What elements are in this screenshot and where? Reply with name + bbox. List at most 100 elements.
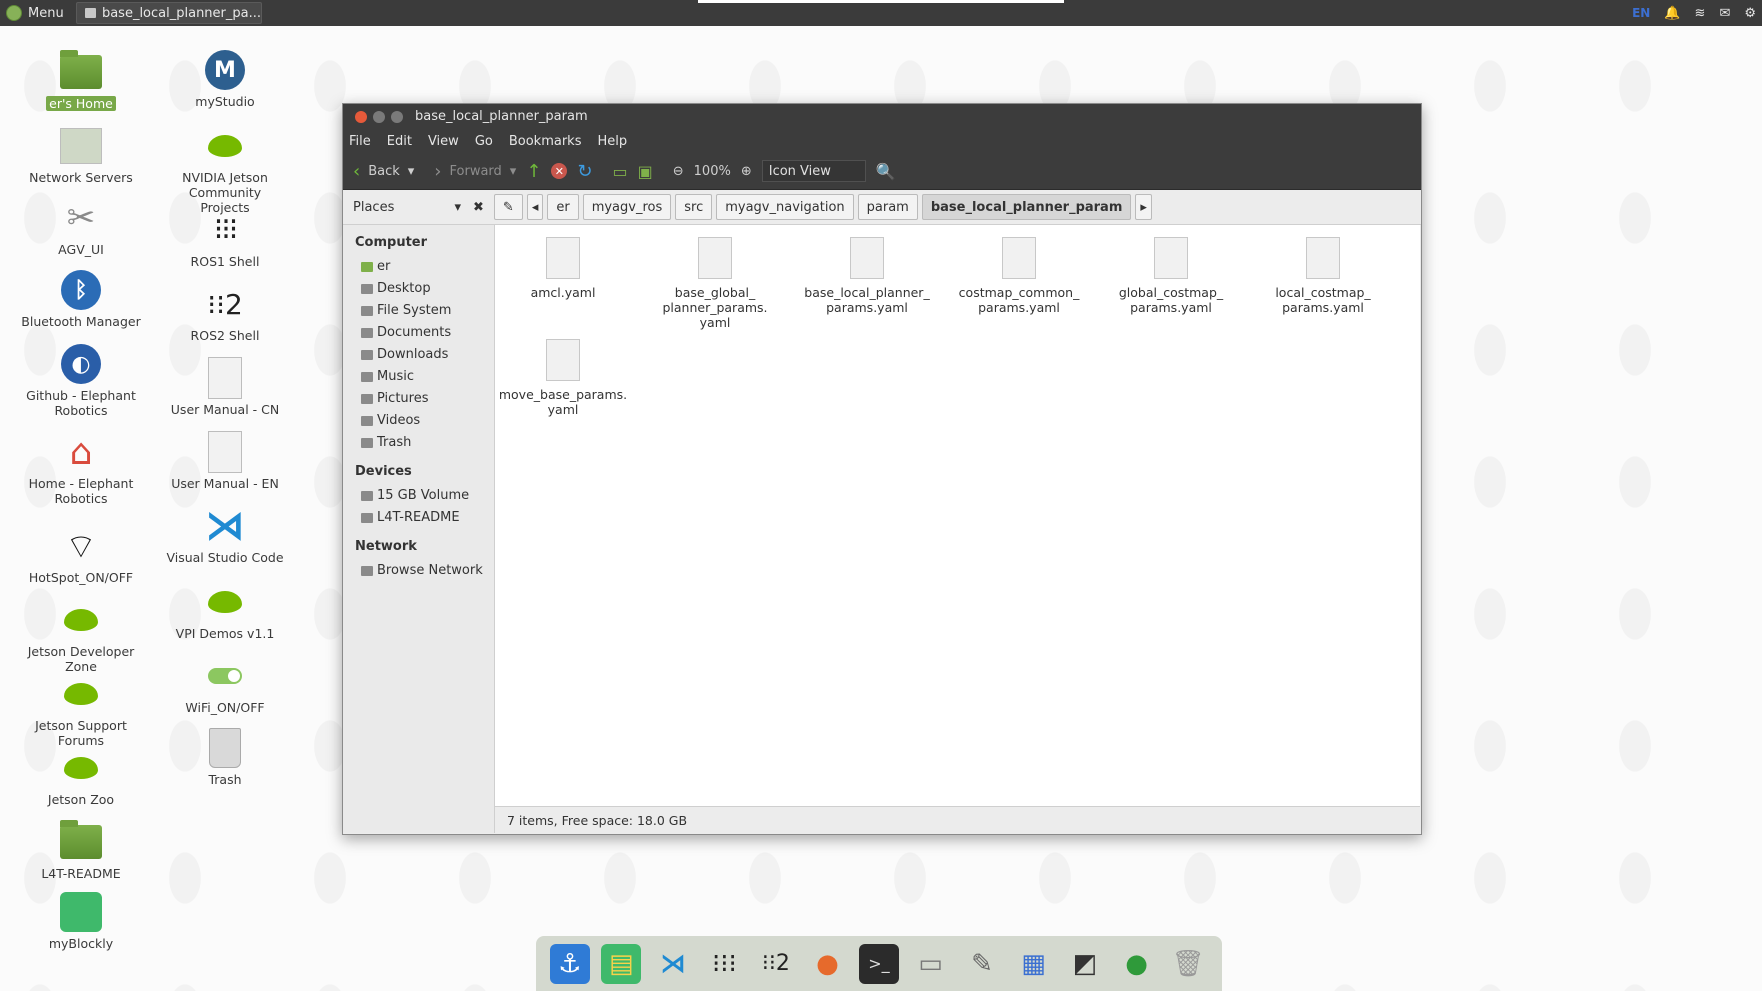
desktop-icon-jetson-support-forums[interactable]: Jetson Support Forums: [21, 672, 141, 748]
breadcrumb-item[interactable]: src: [675, 194, 713, 220]
sidebar-item-downloads[interactable]: Downloads: [343, 344, 494, 366]
wifi-icon[interactable]: ≋: [1695, 6, 1706, 21]
sidebar-item-desktop[interactable]: Desktop: [343, 278, 494, 300]
files-icon[interactable]: ▭: [910, 944, 950, 984]
sidebar-item-file-system[interactable]: File System: [343, 300, 494, 322]
breadcrumb-scroll-right[interactable]: ▸: [1135, 194, 1152, 220]
breadcrumb-item[interactable]: er: [547, 194, 579, 220]
folder-view-icon[interactable]: ▭: [613, 162, 628, 181]
desktop-icon-hotspot[interactable]: ⌔ HotSpot_ON/OFF: [21, 524, 141, 586]
switcher-icon[interactable]: ▦: [1014, 944, 1054, 984]
desktop-icon-jetson-developer-zone[interactable]: Jetson Developer Zone: [21, 598, 141, 674]
desktop-icon-user-manual-en[interactable]: User Manual - EN: [165, 430, 285, 491]
firefox-icon[interactable]: ●: [807, 944, 847, 984]
desktop-icon-bluetooth-manager[interactable]: ᛒ Bluetooth Manager: [21, 268, 141, 329]
desktop-icon-network-servers[interactable]: Network Servers: [21, 124, 141, 185]
file-item[interactable]: costmap_common_ params.yaml: [951, 231, 1087, 315]
file-item[interactable]: move_base_params. yaml: [495, 333, 631, 417]
ros-icon[interactable]: ⁝⁝⁝: [704, 944, 744, 984]
forward-button[interactable]: › Forward ▾: [434, 161, 516, 182]
ros2-icon[interactable]: ⁝⁝2: [756, 944, 796, 984]
desktop-icon-l4t-readme[interactable]: L4T-README: [21, 820, 141, 881]
screen-icon[interactable]: ◩: [1065, 944, 1105, 984]
file-name: move_base_params. yaml: [498, 387, 628, 417]
desktop-icon-github[interactable]: ◐ Github - Elephant Robotics: [21, 342, 141, 418]
window-titlebar[interactable]: base_local_planner_param: [343, 104, 1421, 129]
green-circle-icon[interactable]: ●: [1117, 944, 1157, 984]
sidebar-item-music[interactable]: Music: [343, 366, 494, 388]
vscode-icon[interactable]: ⋊: [653, 944, 693, 984]
forward-dropdown-icon[interactable]: ▾: [510, 164, 517, 179]
zoom-in-icon[interactable]: ⊕: [741, 164, 752, 179]
blockly-icon[interactable]: ▤: [601, 943, 642, 984]
sidebar-item-videos[interactable]: Videos: [343, 410, 494, 432]
close-sidebar-icon[interactable]: ✖: [473, 200, 484, 215]
keyboard-layout-indicator[interactable]: EN: [1632, 6, 1650, 20]
desktop-icon-myblockly[interactable]: myBlockly: [21, 890, 141, 951]
file-item[interactable]: global_costmap_ params.yaml: [1103, 231, 1239, 315]
desktop-icon-vscode[interactable]: ⋊ Visual Studio Code: [165, 503, 285, 565]
mail-icon[interactable]: ✉: [1719, 6, 1730, 21]
terminal-icon[interactable]: >_: [858, 943, 899, 984]
breadcrumb-item[interactable]: myagv_navigation: [716, 194, 854, 220]
desktop-icon-agv-ui[interactable]: ✂ AGV_UI: [21, 196, 141, 257]
settings-gear-icon[interactable]: ⚙: [1744, 6, 1756, 21]
file-view[interactable]: amcl.yaml base_global_ planner_params. y…: [495, 225, 1420, 806]
menu-go[interactable]: Go: [475, 134, 493, 149]
maximize-window-button[interactable]: [391, 110, 403, 123]
menu-button[interactable]: Menu: [6, 0, 64, 26]
search-icon[interactable]: 🔍: [876, 162, 896, 181]
menu-file[interactable]: File: [349, 134, 371, 149]
reload-icon[interactable]: ↻: [577, 161, 592, 182]
back-button[interactable]: ‹ Back ▾: [353, 161, 414, 182]
back-dropdown-icon[interactable]: ▾: [408, 164, 415, 179]
desktop-icon-label: User Manual - EN: [171, 476, 279, 491]
stop-icon[interactable]: ✕: [551, 163, 568, 179]
computer-icon[interactable]: ▣: [638, 162, 653, 181]
desktop-icon-mystudio[interactable]: M myStudio: [165, 48, 285, 109]
breadcrumb-item[interactable]: myagv_ros: [582, 194, 672, 220]
desktop-icon-ros1-shell[interactable]: ⁝⁝⁝ ROS1 Shell: [165, 208, 285, 270]
desktop-icon-trash[interactable]: Trash: [165, 726, 285, 787]
up-arrow-icon[interactable]: ↑: [526, 161, 541, 182]
breadcrumb-scroll-left[interactable]: ◂: [526, 194, 544, 220]
places-select[interactable]: Places ▾: [353, 200, 461, 215]
file-item[interactable]: base_local_planner_ params.yaml: [799, 231, 935, 315]
sidebar-item-volume[interactable]: 15 GB Volume: [343, 485, 494, 507]
sidebar-item-trash[interactable]: Trash: [343, 432, 494, 454]
notification-bell-icon[interactable]: 🔔: [1664, 6, 1680, 21]
sidebar-item-browse-network[interactable]: Browse Network: [343, 560, 494, 582]
view-mode-select[interactable]: Icon View: [761, 160, 866, 182]
anchor-icon[interactable]: ⚓: [549, 943, 590, 984]
minimize-window-button[interactable]: [373, 110, 385, 123]
zoom-out-icon[interactable]: ⊖: [673, 164, 684, 179]
breadcrumb-current[interactable]: base_local_planner_param: [921, 194, 1132, 220]
file-item[interactable]: amcl.yaml: [495, 231, 631, 300]
desktop-icon-vpi-demos[interactable]: VPI Demos v1.1: [165, 580, 285, 641]
desktop-icon-jetson-zoo[interactable]: Jetson Zoo: [21, 746, 141, 807]
menu-view[interactable]: View: [428, 134, 459, 149]
desktop-icon-user-manual-cn[interactable]: User Manual - CN: [165, 356, 285, 417]
text-editor-icon[interactable]: ✎: [962, 944, 1002, 984]
desktop-icon-home-elephant[interactable]: ⌂ Home - Elephant Robotics: [21, 430, 141, 507]
menu-edit[interactable]: Edit: [387, 134, 412, 149]
breadcrumb-item[interactable]: param: [857, 194, 918, 220]
sidebar-item-l4t-readme[interactable]: L4T-README: [343, 507, 494, 529]
trash-icon[interactable]: 🗑: [1168, 944, 1208, 984]
sidebar-item-documents[interactable]: Documents: [343, 322, 494, 344]
close-window-button[interactable]: [355, 110, 367, 123]
file-item[interactable]: local_costmap_ params.yaml: [1255, 231, 1391, 315]
taskbar-window-button[interactable]: base_local_planner_pa...: [76, 2, 262, 24]
sidebar-item-home[interactable]: er: [343, 256, 494, 278]
desktop-icon-nvidia-community[interactable]: NVIDIA Jetson Community Projects: [165, 124, 285, 215]
edit-path-button[interactable]: ✎: [493, 194, 523, 220]
dock: ⚓ ▤ ⋊ ⁝⁝⁝ ⁝⁝2 ● >_ ▭ ✎ ▦ ◩ ● 🗑: [536, 936, 1222, 991]
desktop-icon-ros2-shell[interactable]: ⁝⁝2 ROS2 Shell: [165, 282, 285, 344]
desktop-icon-wifi-toggle[interactable]: WiFi_ON/OFF: [165, 654, 285, 715]
menu-bookmarks[interactable]: Bookmarks: [509, 134, 582, 149]
menu-help[interactable]: Help: [597, 134, 627, 149]
sidebar-item-pictures[interactable]: Pictures: [343, 388, 494, 410]
mystudio-icon: M: [205, 50, 245, 90]
desktop-icon-home[interactable]: er's Home: [21, 50, 141, 111]
file-item[interactable]: base_global_ planner_params. yaml: [647, 231, 783, 330]
